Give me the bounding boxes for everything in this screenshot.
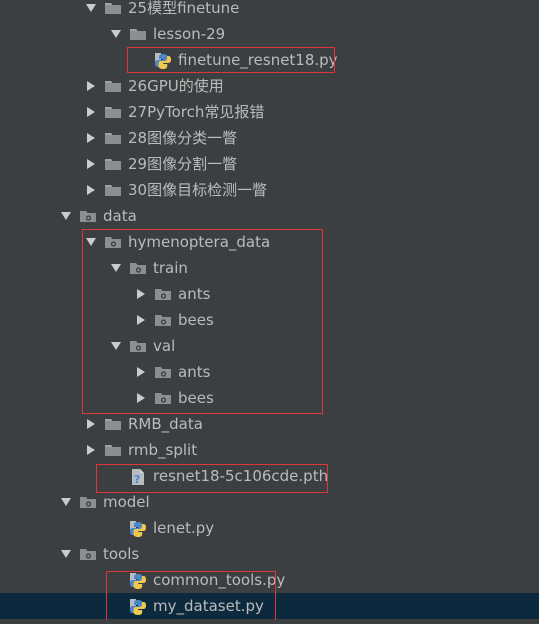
tree-item-label: my_dataset.py xyxy=(153,597,264,615)
svg-text:?: ? xyxy=(134,473,140,486)
python-file-icon xyxy=(129,598,147,615)
project-tree: 25模型finetune lesson-29 finetune_resnet18.p… xyxy=(0,0,539,619)
tree-item[interactable]: 30图像目标检测一瞥 xyxy=(0,177,539,203)
unknown-file-icon: ? xyxy=(129,468,147,486)
tree-item-label: bees xyxy=(178,311,214,329)
expand-arrow-down-icon[interactable] xyxy=(59,547,73,561)
module-folder-icon xyxy=(79,208,97,224)
tree-item-label: 29图像分割一瞥 xyxy=(128,155,238,173)
expand-arrow-down-icon[interactable] xyxy=(59,495,73,509)
expand-arrow-down-icon[interactable] xyxy=(109,27,123,41)
expand-arrow-right-icon[interactable] xyxy=(134,365,148,379)
expand-arrow-right-icon[interactable] xyxy=(134,313,148,327)
folder-icon xyxy=(104,104,122,120)
tree-item-label: 27PyTorch常见报错 xyxy=(128,103,265,121)
tree-item-label: resnet18-5c106cde.pth xyxy=(153,467,329,485)
tree-item[interactable]: model xyxy=(0,489,539,515)
tree-item[interactable]: 26GPU的使用 xyxy=(0,73,539,99)
module-folder-icon xyxy=(79,494,97,510)
module-folder-icon xyxy=(104,234,122,250)
folder-icon xyxy=(104,182,122,198)
tree-item-label: rmb_split xyxy=(128,441,198,459)
tree-item-label: ants xyxy=(178,363,211,381)
tree-item[interactable]: ? resnet18-5c106cde.pth xyxy=(0,463,539,489)
folder-icon xyxy=(104,0,122,16)
expand-arrow-right-icon[interactable] xyxy=(84,79,98,93)
tree-item-label: train xyxy=(153,259,188,277)
tree-item[interactable]: 25模型finetune xyxy=(0,0,539,21)
tree-item-label: hymenoptera_data xyxy=(128,233,271,251)
tree-item[interactable]: my_dataset.py xyxy=(0,593,539,619)
tree-item[interactable]: finetune_resnet18.py xyxy=(0,47,539,73)
expand-arrow-right-icon[interactable] xyxy=(84,443,98,457)
tree-item-label: model xyxy=(103,493,150,511)
tree-item-label: 26GPU的使用 xyxy=(128,77,224,95)
expand-arrow-down-icon[interactable] xyxy=(59,209,73,223)
module-folder-icon xyxy=(129,260,147,276)
tree-item-label: ants xyxy=(178,285,211,303)
tree-item-label: common_tools.py xyxy=(153,571,286,589)
tree-item-label: lesson-29 xyxy=(153,25,226,43)
tree-item-label: 25模型finetune xyxy=(128,0,240,17)
module-folder-icon xyxy=(154,312,172,328)
tree-item[interactable]: tools xyxy=(0,541,539,567)
folder-icon xyxy=(104,78,122,94)
expand-arrow-right-icon[interactable] xyxy=(84,417,98,431)
expand-arrow-down-icon[interactable] xyxy=(109,339,123,353)
python-file-icon xyxy=(129,572,147,589)
tree-item[interactable]: bees xyxy=(0,307,539,333)
tree-item-label: RMB_data xyxy=(128,415,203,433)
tree-item[interactable]: lesson-29 xyxy=(0,21,539,47)
python-file-icon xyxy=(154,52,172,69)
tree-item-label: 28图像分类一瞥 xyxy=(128,129,238,147)
folder-icon xyxy=(104,416,122,432)
bottom-edge xyxy=(0,620,539,624)
python-file-icon xyxy=(129,520,147,537)
tree-item[interactable]: data xyxy=(0,203,539,229)
expand-arrow-right-icon[interactable] xyxy=(134,287,148,301)
tree-item-label: lenet.py xyxy=(153,519,215,537)
tree-item[interactable]: 29图像分割一瞥 xyxy=(0,151,539,177)
module-folder-icon xyxy=(154,390,172,406)
folder-icon xyxy=(129,26,147,42)
tree-item-label: val xyxy=(153,337,176,355)
module-folder-icon xyxy=(79,546,97,562)
tree-item[interactable]: rmb_split xyxy=(0,437,539,463)
tree-item[interactable]: RMB_data xyxy=(0,411,539,437)
tree-item[interactable]: ants xyxy=(0,281,539,307)
tree-item-label: finetune_resnet18.py xyxy=(178,51,338,69)
tree-item[interactable]: common_tools.py xyxy=(0,567,539,593)
tree-item[interactable]: val xyxy=(0,333,539,359)
tree-item[interactable]: ants xyxy=(0,359,539,385)
tree-item-label: data xyxy=(103,207,137,225)
expand-arrow-right-icon[interactable] xyxy=(134,391,148,405)
folder-icon xyxy=(104,156,122,172)
folder-icon xyxy=(104,442,122,458)
tree-item[interactable]: bees xyxy=(0,385,539,411)
expand-arrow-right-icon[interactable] xyxy=(84,157,98,171)
expand-arrow-down-icon[interactable] xyxy=(84,1,98,15)
tree-item[interactable]: 27PyTorch常见报错 xyxy=(0,99,539,125)
expand-arrow-down-icon[interactable] xyxy=(109,261,123,275)
module-folder-icon xyxy=(154,286,172,302)
tree-item[interactable]: 28图像分类一瞥 xyxy=(0,125,539,151)
tree-item-label: 30图像目标检测一瞥 xyxy=(128,181,268,199)
expand-arrow-right-icon[interactable] xyxy=(84,183,98,197)
expand-arrow-down-icon[interactable] xyxy=(84,235,98,249)
expand-arrow-right-icon[interactable] xyxy=(84,105,98,119)
expand-arrow-right-icon[interactable] xyxy=(84,131,98,145)
folder-icon xyxy=(104,130,122,146)
tree-item[interactable]: lenet.py xyxy=(0,515,539,541)
tree-item[interactable]: hymenoptera_data xyxy=(0,229,539,255)
module-folder-icon xyxy=(129,338,147,354)
tree-item[interactable]: train xyxy=(0,255,539,281)
tree-item-label: tools xyxy=(103,545,140,563)
module-folder-icon xyxy=(154,364,172,380)
tree-item-label: bees xyxy=(178,389,214,407)
